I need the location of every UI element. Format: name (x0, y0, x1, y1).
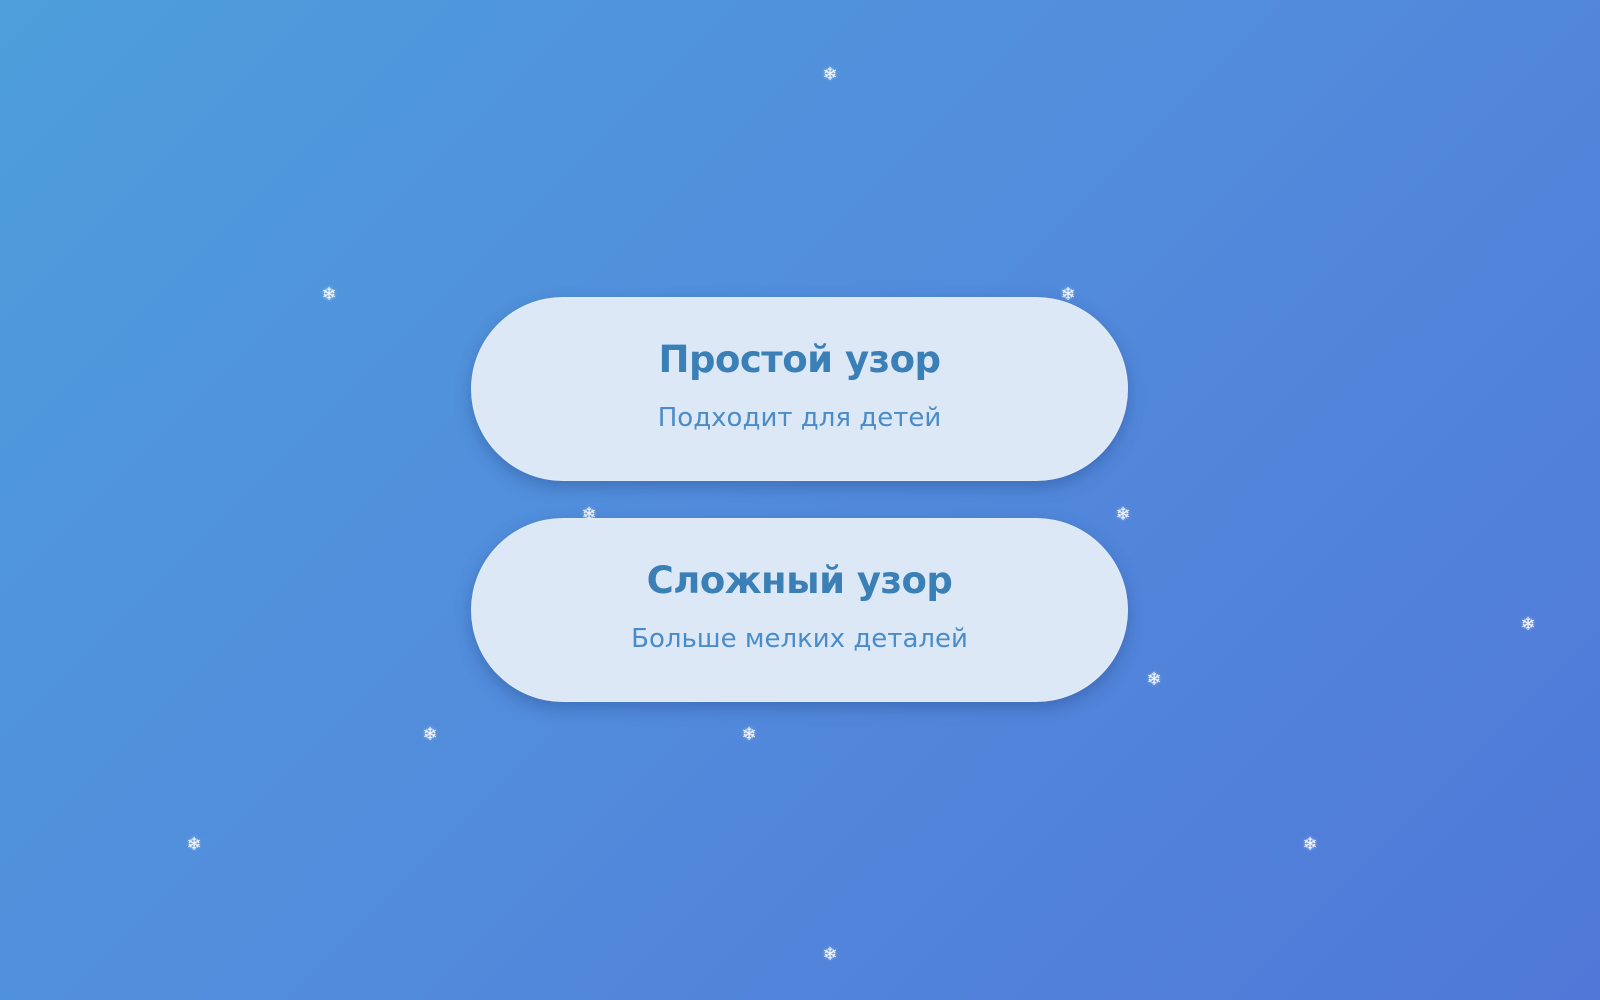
snowflake-icon: ❄ (741, 724, 757, 745)
snowflake-icon: ❄ (186, 834, 202, 855)
pattern-choice-menu: Простой узор Подходит для детей Сложный … (471, 297, 1128, 702)
snowflake-icon: ❄ (1520, 614, 1536, 635)
simple-pattern-subtitle: Подходит для детей (657, 402, 942, 433)
snowflake-icon: ❄ (822, 944, 838, 965)
snowflake-icon: ❄ (1146, 669, 1162, 690)
snowflake-icon: ❄ (321, 284, 337, 305)
snowflake-icon: ❄ (822, 64, 838, 85)
complex-pattern-button[interactable]: Сложный узор Больше мелких деталей (471, 518, 1128, 702)
simple-pattern-button[interactable]: Простой узор Подходит для детей (471, 297, 1128, 481)
complex-pattern-title: Сложный узор (646, 558, 953, 602)
snowflake-icon: ❄ (422, 724, 438, 745)
snowflake-icon: ❄ (1302, 834, 1318, 855)
simple-pattern-title: Простой узор (658, 337, 942, 381)
complex-pattern-subtitle: Больше мелких деталей (631, 623, 968, 654)
